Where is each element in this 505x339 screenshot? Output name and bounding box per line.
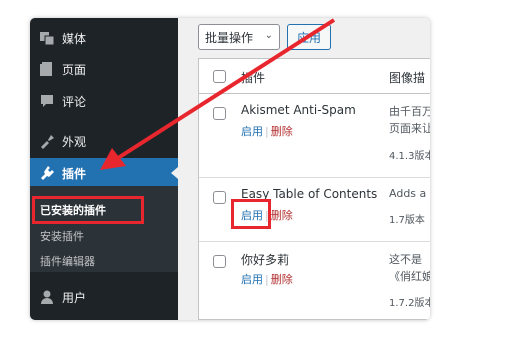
sidebar-item-label: 页面 xyxy=(62,62,87,77)
sidebar-item-media[interactable]: 媒体 xyxy=(30,23,178,53)
plugin-version: 1.7.2版本 xyxy=(389,298,430,309)
user-icon xyxy=(38,288,56,306)
submenu-add-plugins[interactable]: 安装插件 xyxy=(40,228,84,244)
bulk-actions-label: 批量操作 xyxy=(205,30,254,45)
plugins-table: 插件 图像描 Akismet Anti-Spam 启用 | 删除 由千百万 页面来让… xyxy=(198,58,430,320)
sidebar-item-appearance[interactable]: 外观 xyxy=(30,126,178,156)
apply-button[interactable]: 应用 xyxy=(287,24,331,50)
sidebar-item-label: 外观 xyxy=(62,134,87,149)
plugin-description: 页面来让 xyxy=(389,122,430,135)
column-header-plugin[interactable]: 插件 xyxy=(241,69,265,86)
plugin-description: 《俏红娘 xyxy=(389,270,430,283)
admin-sidebar: 媒体 页面 评论 外观 插件 已安装的插件 安装插件 插件编辑器 用户 xyxy=(30,18,178,320)
row-checkbox[interactable] xyxy=(213,255,226,268)
plugin-name: Akismet Anti-Spam xyxy=(241,103,356,117)
bulk-actions-select[interactable]: 批量操作 ⌄ xyxy=(198,24,280,50)
plugin-description: 这不是 xyxy=(389,253,422,266)
row-checkbox[interactable] xyxy=(213,107,226,120)
wp-admin-screen: 媒体 页面 评论 外观 插件 已安装的插件 安装插件 插件编辑器 用户 批量操作… xyxy=(30,18,430,320)
installed-plugins-highlight xyxy=(32,196,144,224)
sidebar-item-label: 媒体 xyxy=(62,31,87,46)
delete-link[interactable]: 删除 xyxy=(271,273,293,286)
submenu-plugin-editor[interactable]: 插件编辑器 xyxy=(40,253,95,269)
plugin-version: 4.1.3版本 xyxy=(389,151,430,162)
plugin-icon xyxy=(38,164,56,182)
media-icon xyxy=(38,29,56,47)
sidebar-item-plugins[interactable]: 插件 xyxy=(30,158,178,188)
table-row: 你好多莉 启用 | 删除 这不是 《俏红娘 1.7.2版本 xyxy=(199,241,430,320)
separator: | xyxy=(265,273,269,286)
sidebar-item-label: 用户 xyxy=(62,290,87,305)
row-checkbox[interactable] xyxy=(213,191,226,204)
table-row: Akismet Anti-Spam 启用 | 删除 由千百万 页面来让 4.1.3版… xyxy=(199,93,430,178)
select-all-checkbox[interactable] xyxy=(213,70,226,83)
active-indicator xyxy=(171,167,178,179)
comment-icon xyxy=(38,92,56,110)
activate-link[interactable]: 启用 xyxy=(241,273,263,286)
plugin-description: Adds a xyxy=(389,187,427,200)
plugin-version: 1.7版本 xyxy=(389,215,425,226)
activate-link-highlight xyxy=(231,199,271,229)
sidebar-item-pages[interactable]: 页面 xyxy=(30,54,178,84)
sidebar-item-comments[interactable]: 评论 xyxy=(30,86,178,116)
column-header-description: 图像描 xyxy=(389,71,426,85)
appearance-icon xyxy=(38,132,56,150)
plugin-description: 由千百万 xyxy=(389,105,430,118)
delete-link[interactable]: 删除 xyxy=(271,125,293,138)
delete-link[interactable]: 删除 xyxy=(271,209,293,222)
row-actions: 启用 | 删除 xyxy=(241,271,293,287)
table-header: 插件 图像描 xyxy=(199,59,430,94)
main-content: 批量操作 ⌄ 应用 插件 图像描 Akismet Anti-Spam 启用 | 删除… xyxy=(178,18,430,320)
sidebar-item-label: 插件 xyxy=(62,166,87,181)
sidebar-item-users[interactable]: 用户 xyxy=(30,282,178,312)
sidebar-item-label: 评论 xyxy=(62,94,87,109)
chevron-down-icon: ⌄ xyxy=(264,30,273,41)
row-actions: 启用 | 删除 xyxy=(241,123,293,139)
activate-link[interactable]: 启用 xyxy=(241,125,263,138)
separator: | xyxy=(265,125,269,138)
page-icon xyxy=(38,60,56,78)
plugin-name: 你好多莉 xyxy=(241,253,290,267)
